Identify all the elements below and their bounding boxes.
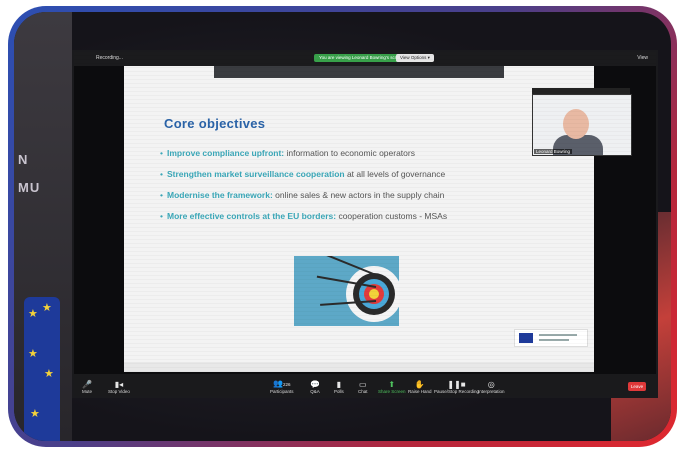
share-screen-button[interactable]: ⬆ Share Screen bbox=[378, 380, 406, 394]
objective-item: • Strengthen market surveillance cooperat… bbox=[160, 169, 446, 179]
screen-share-notice: You are viewing Leonard Bowring's screen bbox=[314, 54, 409, 62]
speaker-head bbox=[563, 109, 589, 139]
stop-video-button[interactable]: ▮◂ Stop Video bbox=[108, 380, 130, 394]
objective-list: • Improve compliance upfront: information… bbox=[160, 148, 590, 232]
hand-icon: ✋ bbox=[414, 380, 425, 389]
chat-button[interactable]: ▭ Chat bbox=[358, 380, 368, 394]
qa-icon: 💬 bbox=[310, 380, 320, 389]
mute-button[interactable]: 🎤 Mute bbox=[82, 380, 92, 394]
pause-stop-recording-button[interactable]: ❚❚■ Pause/Stop Recording bbox=[434, 380, 479, 394]
people-icon: 👥226 bbox=[273, 379, 291, 388]
participants-button[interactable]: 👥226 Participants bbox=[270, 379, 294, 394]
polls-button[interactable]: ▮ Polls bbox=[334, 380, 344, 394]
objective-item: • More effective controls at the EU borde… bbox=[160, 211, 448, 221]
participant-name-label: Leonard Bowring bbox=[534, 149, 573, 154]
slide-top-strip bbox=[214, 66, 504, 78]
globe-icon: ◎ bbox=[487, 380, 495, 389]
shared-slide: Core objectives • Improve compliance upfr… bbox=[124, 66, 594, 362]
microphone-icon: 🎤 bbox=[82, 380, 92, 389]
display-screen: Recording... You are viewing Leonard Bow… bbox=[72, 50, 658, 398]
view-options-button[interactable]: View Options ▾ bbox=[396, 54, 434, 62]
chat-icon: ▭ bbox=[358, 380, 367, 389]
wall-letter-1: N bbox=[18, 152, 29, 167]
eu-logo bbox=[514, 329, 588, 347]
objective-item: • Improve compliance upfront: information… bbox=[160, 148, 415, 158]
conference-photo: N MU ★ ★ ★ ★ ★ Recording... You are view… bbox=[14, 12, 671, 441]
interpretation-button[interactable]: ◎ Interpretation bbox=[478, 380, 505, 394]
leave-button[interactable]: Leave bbox=[628, 382, 646, 391]
view-button[interactable]: View bbox=[637, 55, 648, 61]
share-screen-icon: ⬆ bbox=[388, 380, 396, 389]
participant-video-tile[interactable]: Leonard Bowring bbox=[532, 94, 632, 156]
zoom-top-bar: Recording... You are viewing Leonard Bow… bbox=[74, 52, 656, 66]
polls-icon: ▮ bbox=[336, 380, 342, 389]
shared-slide-footer bbox=[124, 362, 594, 372]
qa-button[interactable]: 💬 Q&A bbox=[310, 380, 320, 394]
pause-stop-icon: ❚❚■ bbox=[447, 380, 466, 389]
slide-title: Core objectives bbox=[164, 116, 266, 131]
wall-letter-2: MU bbox=[18, 180, 41, 195]
raise-hand-button[interactable]: ✋ Raise Hand bbox=[408, 380, 432, 394]
zoom-toolbar: 🎤 Mute ▮◂ Stop Video 👥226 Participants 💬… bbox=[74, 374, 656, 396]
video-camera-icon: ▮◂ bbox=[114, 380, 124, 389]
objective-item: • Modernise the framework: online sales &… bbox=[160, 190, 445, 200]
recording-indicator[interactable]: Recording... bbox=[96, 55, 123, 61]
eu-flag: ★ ★ ★ ★ ★ bbox=[24, 297, 60, 441]
archery-target-image bbox=[294, 256, 399, 326]
